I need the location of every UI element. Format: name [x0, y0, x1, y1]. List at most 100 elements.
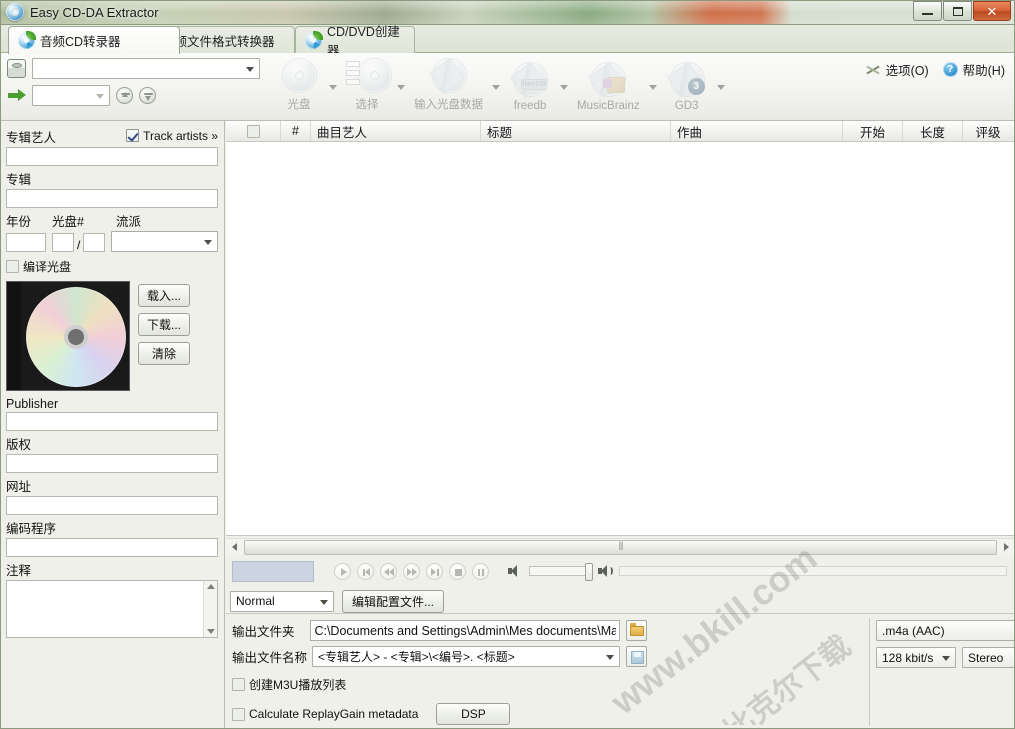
column-number[interactable]: #: [281, 121, 311, 141]
musicbrainz-icon: [587, 63, 629, 99]
minimize-button[interactable]: [913, 1, 942, 21]
profile-combobox[interactable]: Normal: [230, 591, 334, 612]
genre-combobox[interactable]: [111, 231, 218, 252]
toolbar-dropdown-disc[interactable]: [326, 62, 340, 112]
output-format-value: .m4a (AAC): [882, 624, 945, 638]
help-icon: ?: [943, 62, 958, 77]
tab-audio-cd-ripper[interactable]: 音频CD转录器: [8, 26, 180, 54]
load-cover-button[interactable]: 载入...: [138, 284, 190, 307]
scroll-left-icon[interactable]: [226, 539, 243, 556]
column-length[interactable]: 长度: [903, 121, 963, 141]
track-list-body[interactable]: [226, 142, 1015, 535]
column-title[interactable]: 标题: [481, 121, 671, 141]
previous-track-button[interactable]: [357, 563, 374, 580]
rewind-button[interactable]: [380, 563, 397, 580]
volume-slider-thumb[interactable]: [585, 563, 593, 581]
drive-combobox[interactable]: [32, 58, 260, 79]
replaygain-checkbox[interactable]: Calculate ReplayGain metadata: [232, 707, 418, 721]
next-track-button[interactable]: [426, 563, 443, 580]
toolbar-button-label: 输入光盘数据: [414, 96, 483, 112]
copyright-input[interactable]: [6, 454, 218, 473]
compilation-checkbox[interactable]: 编译光盘: [6, 258, 218, 275]
track-artists-checkbox[interactable]: Track artists »: [126, 129, 218, 143]
track-list-hscrollbar[interactable]: [226, 538, 1015, 555]
output-settings-panel: 输出文件夹 输出文件名称 <专辑艺人> - <专辑>\<编号>. <标题> 创建…: [226, 613, 1015, 729]
toolbar-button-freedb[interactable]: freeDB freedb: [503, 63, 557, 112]
chevron-down-icon: [204, 240, 212, 245]
filename-preset-button[interactable]: [626, 646, 647, 667]
dsp-button[interactable]: DSP: [436, 703, 510, 725]
maximize-button[interactable]: [943, 1, 972, 21]
toolbar-button-musicbrainz[interactable]: MusicBrainz: [571, 63, 646, 112]
replaygain-row: Calculate ReplayGain metadata DSP: [232, 703, 647, 725]
comment-textarea[interactable]: [6, 580, 218, 638]
genre-label: 流派: [116, 211, 141, 230]
column-select-all[interactable]: [226, 121, 281, 141]
toolbar-button-gd3[interactable]: 3 GD3: [660, 63, 714, 112]
column-composer[interactable]: 作曲: [671, 121, 843, 141]
player-bar: [226, 555, 1015, 587]
output-combobox[interactable]: [32, 85, 110, 106]
toolbar-button-disc[interactable]: 光盘: [272, 59, 326, 112]
scroll-right-icon[interactable]: [998, 539, 1015, 556]
close-button[interactable]: ✕: [973, 1, 1011, 21]
encoder-input[interactable]: [6, 538, 218, 557]
m3u-checkbox[interactable]: 创建M3U播放列表: [232, 676, 346, 693]
toolbar-dropdown-enter-disc-data[interactable]: [489, 62, 503, 112]
url-input[interactable]: [6, 496, 218, 515]
toolbar-button-label: freedb: [514, 100, 547, 112]
comment-label: 注释: [6, 560, 218, 579]
toolbar-button-label: 选择: [356, 96, 379, 112]
fast-forward-button[interactable]: [403, 563, 420, 580]
output-folder-row: 输出文件夹: [232, 620, 647, 641]
play-button[interactable]: [334, 563, 351, 580]
column-track-artist[interactable]: 曲目艺人: [311, 121, 481, 141]
column-rating[interactable]: 评级: [963, 121, 1013, 141]
chevron-down-icon: [397, 85, 405, 90]
output-format-combobox[interactable]: .m4a (AAC): [876, 620, 1015, 641]
toolbar-button-select[interactable]: 选择: [340, 59, 394, 112]
position-slider[interactable]: [619, 566, 1007, 576]
column-start[interactable]: 开始: [843, 121, 903, 141]
toolbar-dropdown-select[interactable]: [394, 62, 408, 112]
eject-button[interactable]: [116, 87, 133, 104]
stop-button[interactable]: [449, 563, 466, 580]
clear-cover-button[interactable]: 清除: [138, 342, 190, 365]
browse-folder-button[interactable]: [626, 620, 647, 641]
disc-number-input[interactable]: [52, 233, 74, 252]
output-selector-row: [7, 85, 156, 106]
album-cover-art[interactable]: [6, 281, 130, 391]
toolbar-button-label: MusicBrainz: [577, 100, 640, 112]
options-button[interactable]: 选项(O): [865, 60, 929, 79]
channels-combobox[interactable]: Stereo: [962, 647, 1015, 668]
edit-profile-button[interactable]: 编辑配置文件...: [342, 590, 444, 613]
download-cover-button[interactable]: 下载...: [138, 313, 190, 336]
disc-total-input[interactable]: [83, 233, 105, 252]
output-filename-combobox[interactable]: <专辑艺人> - <专辑>\<编号>. <标题>: [312, 646, 620, 667]
toolbar-dropdown-freedb[interactable]: [557, 62, 571, 112]
album-input[interactable]: [6, 189, 218, 208]
disc-icon: [278, 59, 320, 95]
toolbar-button-enter-disc-data[interactable]: 输入光盘数据: [408, 59, 489, 112]
comment-scrollbar[interactable]: [203, 581, 217, 637]
help-button[interactable]: ? 帮助(H): [943, 60, 1005, 79]
album-artist-input[interactable]: [6, 147, 218, 166]
toolbar-dropdown-musicbrainz[interactable]: [646, 62, 660, 112]
chevron-down-icon: [649, 85, 657, 90]
toolbar-dropdown-gd3[interactable]: [714, 62, 728, 112]
publisher-input[interactable]: [6, 412, 218, 431]
output-format-column: .m4a (AAC) 128 kbit/s Stereo: [876, 620, 1015, 668]
scrollbar-thumb[interactable]: [244, 540, 997, 555]
load-tray-button[interactable]: [139, 87, 156, 104]
output-folder-label: 输出文件夹: [232, 621, 304, 640]
enter-disc-data-icon: [428, 59, 470, 95]
player-time-display: [232, 561, 314, 582]
green-arrow-icon: [7, 86, 26, 105]
tab-cd-dvd-creator[interactable]: CD/DVD创建器: [295, 26, 415, 53]
bitrate-combobox[interactable]: 128 kbit/s: [876, 647, 956, 668]
year-input[interactable]: [6, 233, 46, 252]
volume-slider[interactable]: [529, 566, 591, 576]
tools-icon: [865, 62, 881, 78]
pause-button[interactable]: [472, 563, 489, 580]
output-folder-input[interactable]: [310, 620, 620, 641]
